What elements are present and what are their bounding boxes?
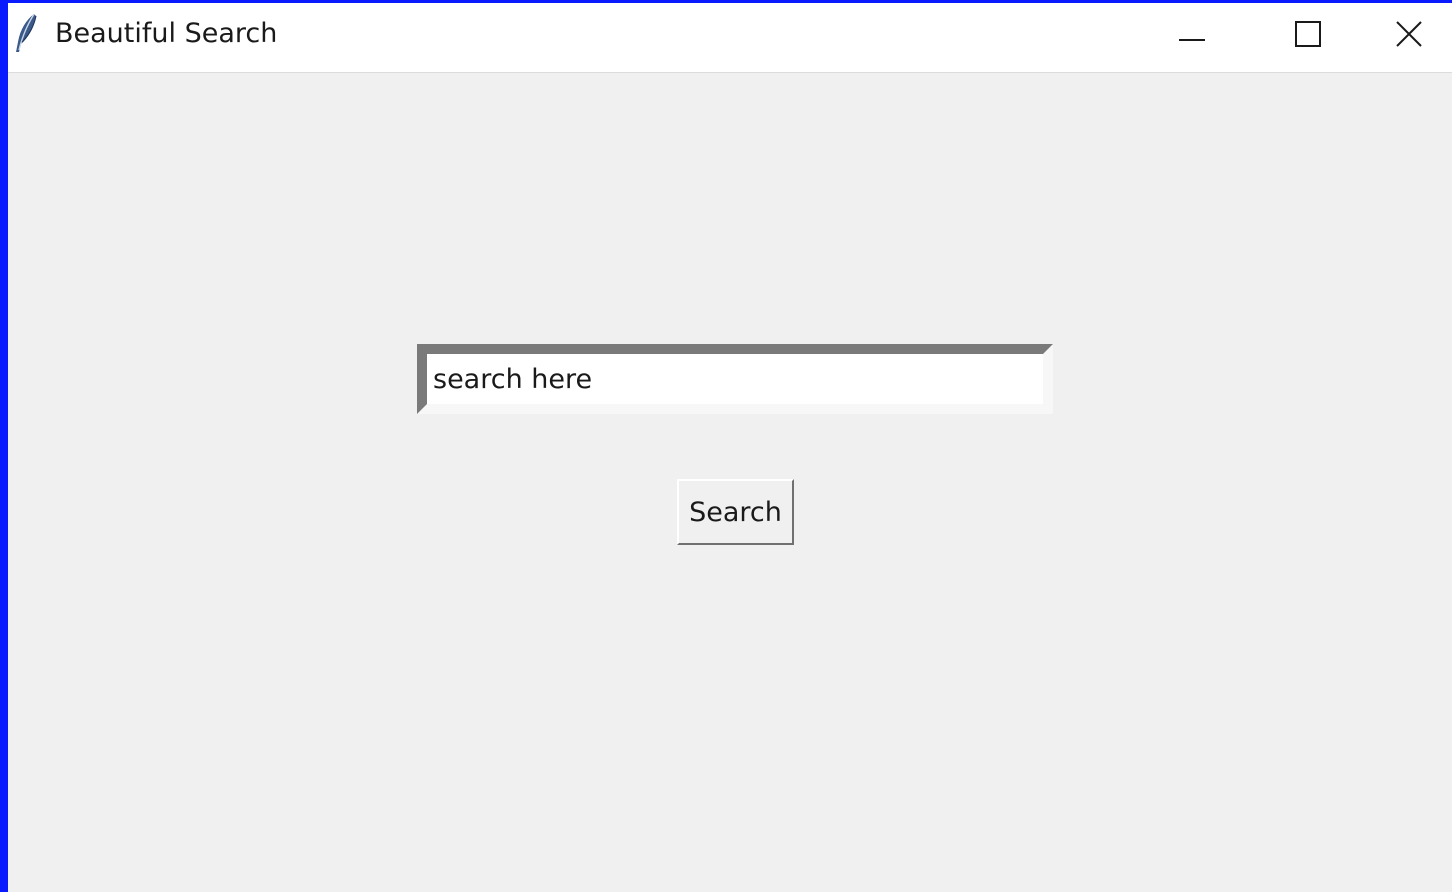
minimize-button[interactable]: [1134, 3, 1250, 69]
close-button[interactable]: [1366, 3, 1452, 69]
maximize-icon: [1295, 21, 1321, 51]
search-input-frame: [417, 344, 1053, 414]
search-button[interactable]: Search: [677, 479, 794, 545]
title-bar[interactable]: Beautiful Search: [8, 3, 1452, 73]
feather-icon: [12, 12, 40, 54]
window-title: Beautiful Search: [55, 18, 278, 49]
search-input[interactable]: [427, 354, 1043, 404]
app-window: Beautiful Search Search: [8, 3, 1452, 892]
minimize-icon: [1179, 27, 1205, 46]
maximize-button[interactable]: [1250, 3, 1366, 69]
close-icon: [1395, 20, 1423, 52]
client-area: Search: [8, 73, 1452, 892]
